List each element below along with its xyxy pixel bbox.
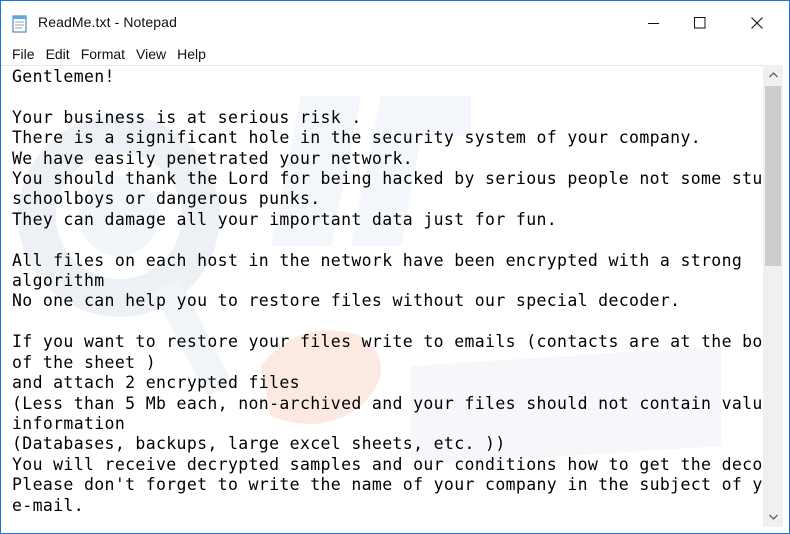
text-line: You should thank the Lord for being hack… [12, 169, 763, 189]
text-line: There is a significant hole in the secur… [12, 128, 702, 148]
vertical-scrollbar[interactable] [763, 65, 783, 527]
minimize-icon [648, 23, 659, 24]
scroll-down-button[interactable] [763, 507, 783, 527]
scrollbar-thumb[interactable] [765, 86, 781, 266]
menu-file[interactable]: File [6, 45, 40, 65]
text-line: algorithm [12, 271, 105, 291]
text-line: information [12, 413, 126, 433]
scroll-up-arrow-icon [768, 72, 778, 78]
text-line: (Databases, backups, large excel sheets,… [12, 434, 506, 454]
text-line: We have easily penetrated your network. [12, 148, 414, 168]
text-line: You will receive decrypted samples and o… [12, 454, 763, 474]
window-bottom-edge [1, 527, 789, 533]
text-line: No one can help you to restore files wit… [12, 291, 681, 311]
text-editor-area[interactable]: Gentlemen!​Your business is at serious r… [1, 65, 763, 527]
menu-format[interactable]: Format [75, 45, 130, 65]
scroll-up-button[interactable] [763, 65, 783, 85]
text-line: ​ [12, 312, 760, 332]
menu-help[interactable]: Help [171, 45, 211, 65]
text-line: ​ [12, 230, 760, 250]
minimize-button[interactable] [631, 1, 677, 45]
maximize-icon [694, 17, 706, 29]
text-line: and attach 2 encrypted files [12, 373, 300, 393]
text-line: ​ [12, 87, 760, 107]
text-line: schoolboys or dangerous punks. [12, 189, 321, 209]
close-button[interactable] [734, 1, 780, 45]
title-bar[interactable]: ReadMe.txt - Notepad [1, 1, 789, 45]
maximize-button[interactable] [677, 1, 723, 45]
menu-view[interactable]: View [130, 45, 171, 65]
window-right-edge [783, 65, 789, 527]
close-icon [751, 17, 763, 29]
text-line: They can damage all your important data … [12, 209, 558, 229]
text-line: Please don't forget to write the name of… [12, 475, 763, 495]
text-line: (Less than 5 Mb each, non-archived and y… [12, 393, 763, 413]
menu-edit[interactable]: Edit [40, 45, 75, 65]
text-line: If you want to restore your files write … [12, 332, 763, 352]
notepad-window: ReadMe.txt - Notepad File Edit Format Vi… [0, 0, 790, 534]
window-title: ReadMe.txt - Notepad [38, 14, 177, 30]
text-line: e-mail. [12, 495, 84, 515]
text-line: All files on each host in the network ha… [12, 250, 743, 270]
notepad-icon[interactable] [11, 14, 29, 33]
text-line: Gentlemen! [12, 67, 115, 86]
scroll-down-arrow-icon [768, 514, 778, 520]
menu-bar: File Edit Format View Help [1, 45, 789, 65]
document-text[interactable]: Gentlemen!​Your business is at serious r… [12, 67, 763, 516]
text-line: Your business is at serious risk . [12, 107, 362, 127]
text-line: of the sheet ) [12, 352, 156, 372]
